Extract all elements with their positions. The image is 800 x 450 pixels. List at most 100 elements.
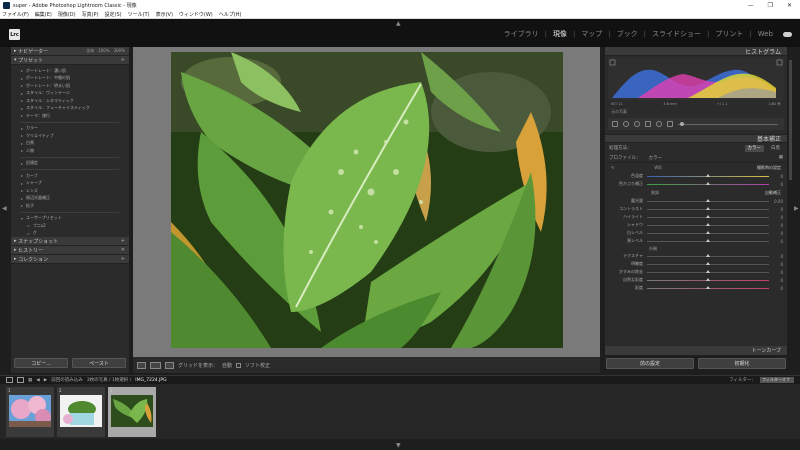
close-button[interactable]: ✕ <box>787 2 792 9</box>
texture-slider-row[interactable]: テクスチャ 0 <box>605 252 787 260</box>
left-panel-toggle-icon[interactable]: ◀ <box>2 205 7 212</box>
second-window-icon[interactable] <box>17 377 24 383</box>
preset-group[interactable]: ▸ テーマ：旅行 <box>21 112 129 120</box>
contrast-slider-row[interactable]: コントラスト 0 <box>605 205 787 213</box>
grid-auto-select[interactable]: 自動 <box>222 362 232 369</box>
preset-group[interactable]: ▸ ポートレート：濃い肌 <box>21 67 129 75</box>
copy-button[interactable]: コピー... <box>14 358 68 368</box>
cloud-icon[interactable] <box>783 31 792 37</box>
module-map[interactable]: マップ <box>581 29 602 39</box>
menu-file[interactable]: ファイル(F) <box>2 11 29 18</box>
radial-filter-icon[interactable] <box>656 121 662 127</box>
ref-view-icon[interactable] <box>165 361 174 369</box>
preset-group[interactable]: ▸ 粒子 <box>21 202 129 210</box>
preset-group[interactable]: ▸ 旧規定 <box>21 160 129 168</box>
before-after-icon[interactable] <box>150 361 161 369</box>
filter-select[interactable]: フィルターオフ <box>760 377 794 383</box>
vibrance-slider-row[interactable]: 自然な彩度 0 <box>605 276 787 284</box>
source-label[interactable]: 前回の読み込み <box>51 377 83 383</box>
saturation-slider-row[interactable]: 彩度 0 <box>605 284 787 292</box>
module-print[interactable]: プリント <box>715 29 743 39</box>
preset-group[interactable]: ▸ レンズ <box>21 187 129 195</box>
red-eye-icon[interactable] <box>634 121 640 127</box>
preset-group[interactable]: ▸ クリエイティブ <box>21 132 129 140</box>
reset-button[interactable]: 初期化 <box>698 358 786 369</box>
preset-group[interactable]: ▸ カラー <box>21 125 129 133</box>
minimize-button[interactable]: — <box>748 2 754 9</box>
module-slideshow[interactable]: スライドショー <box>652 29 701 39</box>
preset-group[interactable]: ▸ スタイル：ヴィンテージ <box>21 90 129 98</box>
basic-panel-header[interactable]: 基本補正 <box>605 134 787 143</box>
histogram-header[interactable]: ヒストグラム <box>605 47 787 56</box>
exposure-slider-row[interactable]: 露光量 0.00 <box>605 197 787 205</box>
wb-select[interactable]: 撮影時の設定 <box>757 165 781 171</box>
add-preset-icon[interactable]: + <box>121 57 125 63</box>
zoom-100[interactable]: 100% <box>98 48 109 54</box>
main-photo[interactable] <box>171 52 563 348</box>
tone-auto-button[interactable]: 自動補正 <box>765 190 781 196</box>
preset-group[interactable]: ▸ 白黒 <box>21 140 129 148</box>
treatment-bw[interactable]: 白黒 <box>768 145 783 152</box>
whites-slider-row[interactable]: 白レベル 0 <box>605 229 787 237</box>
profile-select[interactable]: カラー <box>649 155 663 161</box>
back-arrow-icon[interactable]: ◀ <box>36 378 39 383</box>
filmstrip-thumbnail[interactable]: 1 <box>6 387 54 437</box>
preset-group[interactable]: ▸ シャープ <box>21 180 129 188</box>
dehaze-slider-row[interactable]: かすみの除去 0 <box>605 268 787 276</box>
navigator-header[interactable]: ▸ ナビゲーター 全体 100% 300% <box>11 47 129 56</box>
profile-browser-icon[interactable]: ▦ <box>779 155 783 160</box>
menu-view[interactable]: 表示(V) <box>156 11 173 18</box>
zoom-fit[interactable]: 全体 <box>86 48 94 54</box>
zoom-300[interactable]: 300% <box>114 48 125 54</box>
add-snapshot-icon[interactable]: + <box>121 238 125 244</box>
menu-develop[interactable]: 現像(D) <box>58 11 76 18</box>
forward-arrow-icon[interactable]: ▶ <box>44 378 47 383</box>
preset-group[interactable]: ▸ 周辺光量補正 <box>21 195 129 203</box>
module-library[interactable]: ライブラリ <box>504 29 539 39</box>
menu-edit[interactable]: 編集(E) <box>35 11 52 18</box>
right-panel-toggle-icon[interactable]: ▶ <box>794 205 799 212</box>
presets-header[interactable]: ▾ プリセット + <box>11 56 129 65</box>
filmstrip-thumbnail[interactable]: 2 <box>57 387 105 437</box>
tone-curve-header[interactable]: トーンカーブ <box>605 346 787 355</box>
main-window-icon[interactable] <box>6 377 13 383</box>
adjustment-brush-icon[interactable] <box>667 121 673 127</box>
eyedropper-icon[interactable]: ✎ <box>611 165 614 170</box>
paste-button[interactable]: ペースト <box>72 358 126 368</box>
blacks-slider-row[interactable]: 黒レベル 0 <box>605 237 787 245</box>
histogram[interactable] <box>608 58 784 100</box>
graduated-filter-icon[interactable] <box>645 121 651 127</box>
menu-tools[interactable]: ツール(T) <box>128 11 150 18</box>
clarity-slider-row[interactable]: 明瞭度 0 <box>605 260 787 268</box>
module-develop[interactable]: 現像 <box>553 29 567 39</box>
tool-amount-slider[interactable] <box>678 121 778 126</box>
preset-group[interactable]: ▸ スタイル：シネマティック <box>21 97 129 105</box>
history-header[interactable]: ▸ ヒストリー ✕ <box>11 246 129 255</box>
preset-group[interactable]: ▸ 人物 <box>21 147 129 155</box>
preset-group[interactable]: ▸ ポートレート：明るい肌 <box>21 82 129 90</box>
filmstrip-thumbnail-selected[interactable]: 3 <box>108 387 156 437</box>
grid-overlay-label[interactable]: グリッドを表示： <box>178 362 218 369</box>
menu-photo[interactable]: 写真(P) <box>82 11 99 18</box>
preset-group[interactable]: ▸ カーブ <box>21 172 129 180</box>
module-web[interactable]: Web <box>758 30 773 38</box>
preset-group[interactable]: ▸ スタイル：フューチャリスティック <box>21 105 129 113</box>
module-book[interactable]: ブック <box>617 29 638 39</box>
menu-window[interactable]: ウィンドウ(W) <box>179 11 213 18</box>
grid-view-icon[interactable]: ▦ <box>28 378 32 383</box>
temp-slider-row[interactable]: 色温度 0 <box>605 172 787 180</box>
user-preset-item[interactable]: ▫ グ <box>21 230 129 238</box>
snapshots-header[interactable]: ▸ スナップショット + <box>11 237 129 246</box>
collapse-top-arrow-icon[interactable]: ▲ <box>396 20 401 27</box>
add-collection-icon[interactable]: + <box>121 256 125 262</box>
spot-removal-icon[interactable] <box>623 121 629 127</box>
highlights-slider-row[interactable]: ハイライト 0 <box>605 213 787 221</box>
maximize-button[interactable]: ❐ <box>768 2 773 9</box>
right-panel-scrollbar[interactable] <box>789 60 792 180</box>
user-preset-item[interactable]: ▫ プ二x2 <box>21 222 129 230</box>
collections-header[interactable]: ▸ コレクション + <box>11 255 129 264</box>
preset-group-user[interactable]: ▾ ユーザープリセット <box>21 215 129 223</box>
menu-settings[interactable]: 設定(S) <box>105 11 122 18</box>
clear-history-icon[interactable]: ✕ <box>121 247 125 253</box>
preset-group[interactable]: ▸ ポートレート：中間の肌 <box>21 75 129 83</box>
